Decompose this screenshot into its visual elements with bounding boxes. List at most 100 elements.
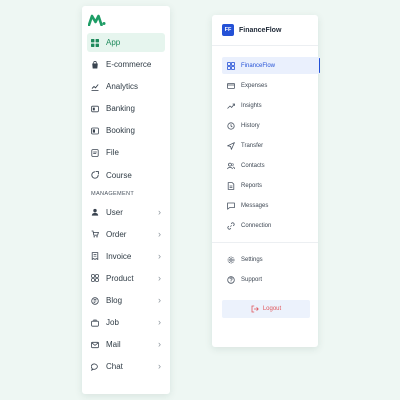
- nav-item-label: Messages: [241, 202, 269, 209]
- nav-item-settings[interactable]: Settings: [222, 251, 320, 268]
- sidebar-item-label: App: [106, 38, 121, 47]
- report-icon: [227, 181, 235, 190]
- sidebar-item-product[interactable]: Product ›: [87, 269, 165, 288]
- nav-item-reports[interactable]: Reports: [222, 177, 320, 194]
- app-badge: FF: [222, 24, 234, 36]
- job-icon: [91, 319, 99, 327]
- invoice-icon: [91, 252, 99, 261]
- chevron-right-icon: ›: [158, 250, 161, 261]
- sidebar-item-banking[interactable]: Banking: [87, 99, 165, 118]
- chevron-right-icon: ›: [158, 317, 161, 328]
- main-sidebar: App E-commerce Analytics Banking Booking: [82, 6, 170, 394]
- sidebar-item-label: Invoice: [106, 251, 132, 261]
- sidebar-item-label: Mail: [106, 340, 121, 350]
- sidebar-item-job[interactable]: Job ›: [87, 313, 165, 332]
- sidebar-item-booking[interactable]: Booking: [87, 121, 165, 140]
- nav-item-financeflow[interactable]: FinanceFlow: [222, 57, 320, 74]
- nav-item-messages[interactable]: Messages: [222, 197, 320, 214]
- file-icon: [91, 149, 99, 157]
- sidebar-item-label: Order: [106, 229, 127, 239]
- chevron-right-icon: ›: [158, 272, 161, 283]
- bank-icon: [91, 105, 99, 113]
- sidebar-item-label: Blog: [106, 296, 123, 306]
- sidebar-item-label: E-commerce: [106, 60, 152, 70]
- sidebar-section-title: MANAGEMENT: [91, 190, 135, 197]
- chevron-right-icon: ›: [158, 228, 161, 239]
- nav-item-history[interactable]: History: [222, 117, 320, 134]
- course-icon: [91, 171, 99, 179]
- nav-item-connection[interactable]: Connection: [222, 217, 320, 234]
- nav-item-label: Settings: [241, 256, 263, 263]
- sidebar-item-ecommerce[interactable]: E-commerce: [87, 55, 165, 74]
- header-divider: [212, 45, 318, 46]
- nav-item-label: Connection: [241, 222, 272, 229]
- chart-icon: [91, 83, 99, 91]
- sidebar-item-order[interactable]: Order ›: [87, 225, 165, 244]
- nav-item-transfer[interactable]: Transfer: [222, 137, 320, 154]
- settings-icon: [227, 256, 235, 264]
- nav-item-contacts[interactable]: Contacts: [222, 157, 320, 174]
- logout-button[interactable]: Logout: [222, 300, 310, 318]
- sidebar-item-chat[interactable]: Chat ›: [87, 357, 165, 376]
- nav-item-expenses[interactable]: Expenses: [222, 77, 320, 94]
- user-icon: [91, 208, 99, 216]
- nav-item-insights[interactable]: Insights: [222, 97, 320, 114]
- sidebar-item-analytics[interactable]: Analytics: [87, 77, 165, 96]
- sidebar-item-app[interactable]: App: [87, 33, 165, 52]
- help-icon: [227, 275, 235, 284]
- credit-card-icon: [227, 82, 235, 90]
- nav-item-label: Contacts: [241, 162, 265, 169]
- nav-item-label: FinanceFlow: [241, 62, 276, 69]
- sidebar-item-label: Job: [106, 318, 119, 328]
- chevron-right-icon: ›: [158, 361, 161, 372]
- sidebar-item-file[interactable]: File: [87, 143, 165, 162]
- nav-item-label: History: [241, 122, 260, 129]
- logout-label: Logout: [262, 306, 282, 312]
- nav-item-label: Transfer: [241, 142, 264, 149]
- financeflow-sidebar: FF FinanceFlow FinanceFlow Expenses Insi…: [212, 15, 320, 347]
- chevron-right-icon: ›: [158, 339, 161, 350]
- chevron-right-icon: ›: [158, 295, 161, 306]
- link-icon: [227, 221, 235, 230]
- send-icon: [227, 141, 235, 150]
- sidebar-item-mail[interactable]: Mail ›: [87, 335, 165, 354]
- nav-item-support[interactable]: Support: [222, 271, 320, 288]
- section-divider: [212, 242, 318, 243]
- sidebar-item-label: File: [106, 148, 119, 158]
- order-icon: [91, 230, 99, 238]
- nav-item-label: Expenses: [241, 82, 268, 89]
- chevron-right-icon: ›: [158, 206, 161, 217]
- sidebar-item-user[interactable]: User ›: [87, 203, 165, 222]
- app-header: FF FinanceFlow: [222, 24, 281, 36]
- sidebar-item-blog[interactable]: Blog ›: [87, 291, 165, 310]
- grid-icon: [91, 38, 99, 47]
- nav-item-label: Insights: [241, 102, 262, 109]
- bag-icon: [91, 60, 99, 69]
- logout-icon: [251, 305, 259, 313]
- sidebar-nav: App E-commerce Analytics Banking Booking: [87, 33, 165, 379]
- product-icon: [91, 274, 99, 283]
- mail-icon: [91, 341, 99, 349]
- sidebar-item-label: Booking: [106, 126, 135, 136]
- sidebar-item-label: User: [106, 207, 123, 217]
- sidebar-item-label: Product: [106, 273, 134, 283]
- sidebar-item-label: Course: [106, 170, 132, 180]
- chat-icon: [91, 363, 99, 371]
- message-icon: [227, 202, 235, 210]
- support-nav: Settings Support: [222, 251, 320, 291]
- trend-icon: [227, 102, 235, 110]
- app-title: FinanceFlow: [239, 26, 282, 34]
- contacts-icon: [227, 162, 235, 170]
- nav-item-label: Support: [241, 276, 263, 283]
- sidebar-item-label: Analytics: [106, 82, 139, 92]
- brand-logo-icon[interactable]: [88, 14, 106, 26]
- sidebar-item-label: Chat: [106, 362, 123, 372]
- dashboard-icon: [227, 61, 235, 70]
- blog-icon: [91, 296, 99, 305]
- sidebar-item-label: Banking: [106, 104, 135, 114]
- sidebar-item-course[interactable]: Course: [87, 166, 165, 185]
- financeflow-nav: FinanceFlow Expenses Insights History Tr…: [222, 57, 320, 237]
- booking-icon: [91, 127, 99, 135]
- sidebar-item-invoice[interactable]: Invoice ›: [87, 247, 165, 266]
- history-icon: [227, 121, 235, 130]
